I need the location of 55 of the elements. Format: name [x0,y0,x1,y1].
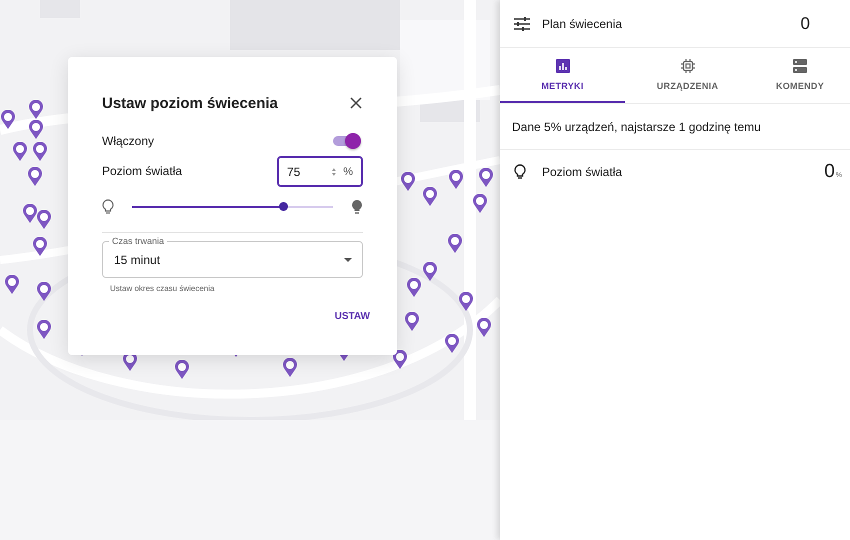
set-button[interactable]: USTAW [334,307,370,326]
chip-icon [680,58,694,72]
map-pin-icon[interactable] [37,320,51,339]
map-pin-icon[interactable] [407,278,421,297]
map-pin-icon[interactable] [28,167,42,186]
light-level-input[interactable]: 75 % [277,156,363,187]
map-pin-icon[interactable] [479,168,493,187]
map-pin-icon[interactable] [29,120,43,139]
map-pin-icon[interactable] [175,360,189,379]
map-pin-icon[interactable] [29,100,43,119]
map-pin-icon[interactable] [448,234,462,253]
toggle-label: Włączony [102,134,154,148]
map-pin-icon[interactable] [473,194,487,213]
count-value: 0 [800,14,810,34]
map-pin-icon[interactable] [13,142,27,161]
map-pin-icon[interactable] [37,282,51,301]
metric-value: 0 [824,161,835,183]
map-pin-icon[interactable] [449,170,463,189]
bar-chart-icon [556,58,570,72]
toggle-switch[interactable] [333,133,361,149]
tab[interactable]: URZĄDZENIA [625,48,750,103]
map-pin-icon[interactable] [423,187,437,206]
info-text: Dane 5% urządzeń, najstarsze 1 godzinę temu [500,104,850,150]
field-label: Czas trwania [109,236,168,246]
map-pin-icon[interactable] [393,350,407,369]
tab[interactable]: METRYKI [500,48,625,103]
map-pin-icon[interactable] [405,312,419,331]
metric-label: Poziom światła [542,165,622,179]
lightbulb-outline-icon [102,199,114,215]
map-pin-icon[interactable] [445,334,459,353]
map-pin-icon[interactable] [477,318,491,337]
close-icon[interactable] [350,97,362,109]
map-pin-icon[interactable] [5,275,19,294]
caret-icon [344,258,352,262]
map-pin-icon[interactable] [283,358,297,377]
slider-thumb[interactable] [278,202,288,211]
unit-label: % [343,166,353,178]
lightbulb-icon [351,199,363,215]
map-pin-icon[interactable] [33,142,47,161]
map-pin-icon[interactable] [23,204,37,223]
helper-text: Ustaw okres czasu świecenia [110,284,216,293]
map-pin-icon[interactable] [423,262,437,281]
field-label: Poziom światła [102,164,182,178]
map-pin-icon[interactable] [401,172,415,191]
lightbulb-outline-icon [514,164,526,180]
panel-title: Plan świecenia [542,16,622,30]
dialog-title: Ustaw poziom świecenia [102,94,278,112]
map-pin-icon[interactable] [33,237,47,256]
sliders-icon [514,16,530,30]
map-pin-icon[interactable] [37,210,51,229]
map-pin-icon[interactable] [459,292,473,311]
tab[interactable]: KOMENDY [750,48,850,103]
server-icon [793,58,807,72]
map-pin-icon[interactable] [1,110,15,129]
spinner-icon[interactable] [331,166,338,176]
